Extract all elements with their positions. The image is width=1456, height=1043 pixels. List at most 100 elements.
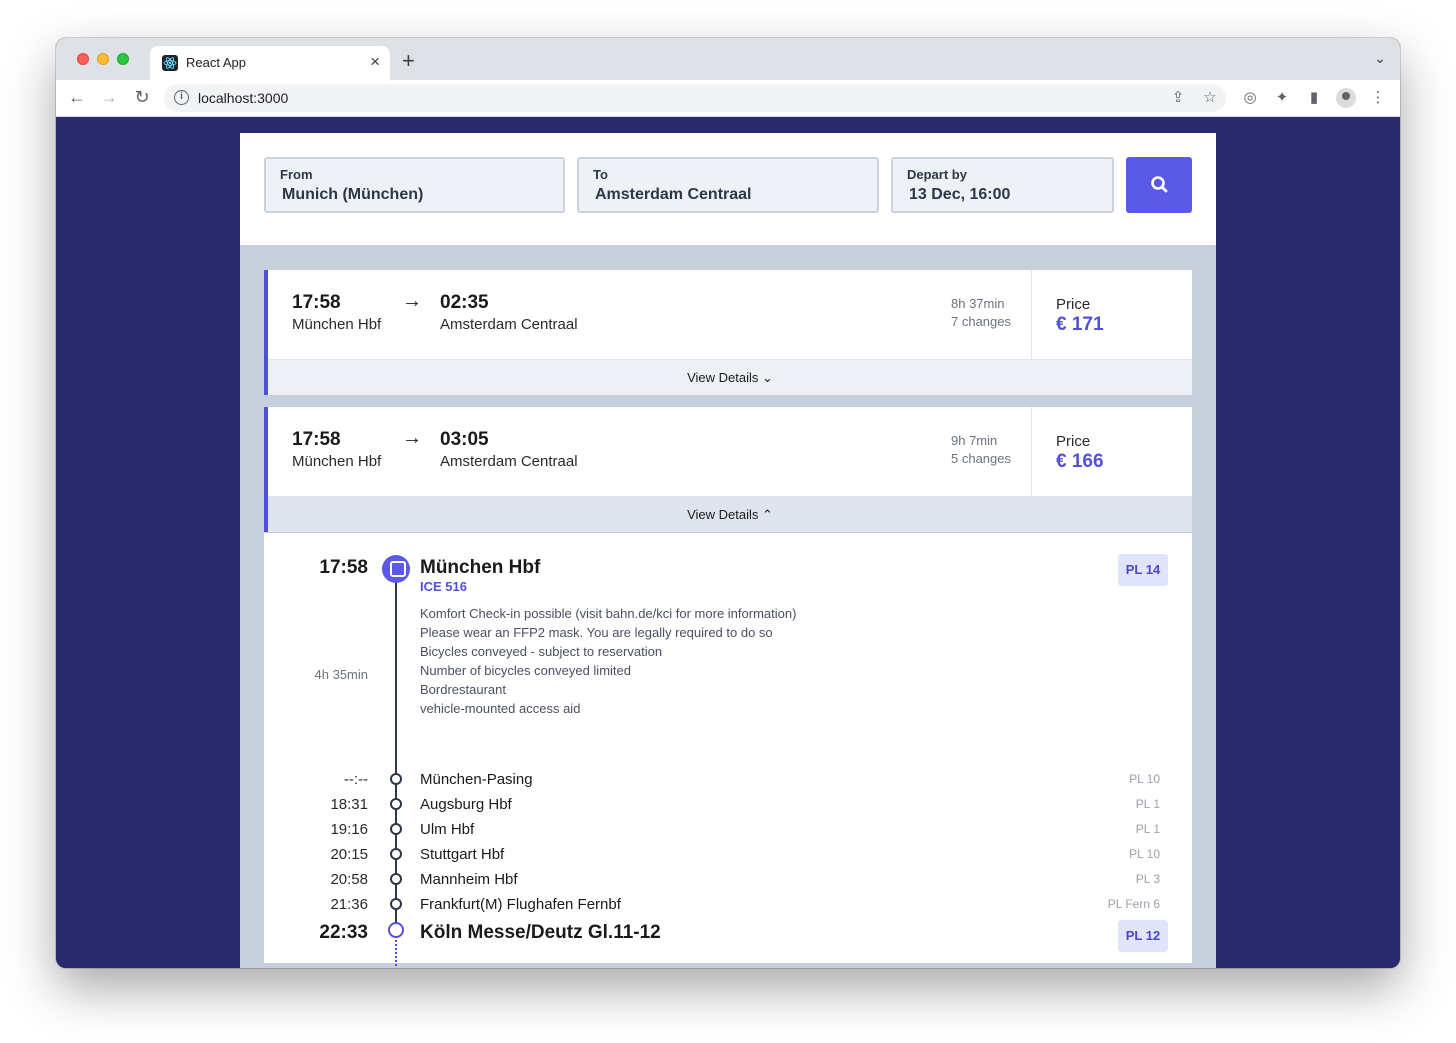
url-text[interactable]: localhost:3000 bbox=[198, 90, 288, 106]
browser-tab[interactable]: React App × bbox=[150, 46, 390, 80]
price-label: Price bbox=[1056, 433, 1091, 450]
profile-avatar-icon[interactable] bbox=[1336, 88, 1356, 108]
journey-panel: From Munich (München) To Amsterdam Centr… bbox=[240, 133, 1216, 968]
start-station: München Hbf bbox=[420, 557, 541, 578]
train-note: vehicle-mounted access aid bbox=[420, 701, 581, 716]
to-value[interactable]: Amsterdam Centraal bbox=[595, 186, 752, 204]
arrival-station: Amsterdam Centraal bbox=[440, 453, 578, 470]
train-note: Bicycles conveyed - subject to reservati… bbox=[420, 644, 663, 659]
platform-badge: PL 12 bbox=[1118, 920, 1168, 952]
tab-bar: React App × + ⌄ bbox=[56, 38, 1400, 80]
stop-platform: PL 1 bbox=[1135, 822, 1160, 836]
new-tab-icon[interactable]: + bbox=[402, 48, 415, 74]
view-details-toggle[interactable]: View Details ⌃ bbox=[268, 496, 1192, 532]
journey-details: 17:58 München Hbf PL 14 ICE 516 4h 35min… bbox=[264, 533, 1192, 968]
stop-station: Augsburg Hbf bbox=[420, 796, 512, 813]
from-label: From bbox=[280, 167, 313, 182]
price-value: € 166 bbox=[1056, 451, 1104, 472]
arrival-station: Amsterdam Centraal bbox=[440, 316, 578, 333]
reload-icon[interactable]: ↻ bbox=[131, 87, 153, 108]
arrow-right-icon: → bbox=[402, 427, 422, 449]
stop-marker bbox=[390, 873, 402, 885]
train-note: Bordrestaurant bbox=[420, 682, 506, 697]
train-note: Number of bicycles conveyed limited bbox=[420, 663, 631, 678]
departure-station: München Hbf bbox=[292, 453, 382, 470]
end-time: 22:33 bbox=[319, 922, 368, 943]
stop-marker bbox=[390, 773, 402, 785]
page-content: From Munich (München) To Amsterdam Centr… bbox=[56, 117, 1400, 968]
stop-station: Frankfurt(M) Flughafen Fernbf bbox=[420, 896, 621, 913]
stop-platform: PL 10 bbox=[1129, 772, 1160, 786]
stop-platform: PL 3 bbox=[1135, 872, 1160, 886]
stop-time: --:-- bbox=[343, 771, 368, 788]
depart-value[interactable]: 13 Dec, 16:00 bbox=[909, 186, 1010, 204]
browser-menu-icon[interactable]: ⋮ bbox=[1368, 88, 1388, 106]
extensions-puzzle-icon[interactable]: ✦ bbox=[1272, 88, 1292, 106]
stop-marker bbox=[390, 798, 402, 810]
price-label: Price bbox=[1056, 296, 1091, 313]
stop-platform: PL Fern 6 bbox=[1107, 897, 1160, 911]
departure-time: 17:58 bbox=[292, 429, 341, 450]
price-value: € 171 bbox=[1056, 314, 1104, 335]
to-field[interactable]: To Amsterdam Centraal bbox=[577, 157, 879, 213]
forward-icon[interactable]: → bbox=[98, 87, 120, 108]
search-button[interactable] bbox=[1126, 157, 1192, 213]
view-details-label[interactable]: View Details ⌃ bbox=[268, 507, 1192, 523]
stop-platform: PL 10 bbox=[1129, 847, 1160, 861]
browser-window: React App × + ⌄ ← → ↻ i localhost:3000 ⇪… bbox=[56, 38, 1400, 968]
trip-duration: 8h 37min bbox=[951, 296, 1005, 311]
view-details-toggle[interactable]: View Details ⌄ bbox=[268, 359, 1192, 395]
stop-platform: PL 1 bbox=[1135, 797, 1160, 811]
close-window-button[interactable] bbox=[77, 53, 89, 65]
train-number[interactable]: ICE 516 bbox=[420, 579, 467, 594]
extension-timer-icon[interactable]: ◎ bbox=[1240, 88, 1260, 106]
stop-station: Ulm Hbf bbox=[420, 821, 475, 838]
stop-marker-end bbox=[388, 922, 404, 938]
leg-duration: 4h 35min bbox=[314, 667, 368, 682]
bookmark-star-icon[interactable]: ☆ bbox=[1200, 88, 1220, 106]
result-card[interactable]: 17:58 München Hbf → 03:05 Amsterdam Cent… bbox=[264, 407, 1192, 532]
stop-time: 20:15 bbox=[330, 846, 368, 863]
back-icon[interactable]: ← bbox=[66, 87, 88, 108]
site-info-icon[interactable]: i bbox=[174, 90, 189, 105]
route-continuation-line bbox=[395, 933, 397, 968]
departure-station: München Hbf bbox=[292, 316, 382, 333]
train-note: Komfort Check-in possible (visit bahn.de… bbox=[420, 606, 797, 621]
card-divider bbox=[1031, 270, 1032, 360]
departure-time: 17:58 bbox=[292, 292, 341, 313]
end-station: Köln Messe/Deutz Gl.11-12 bbox=[420, 922, 661, 943]
depart-field[interactable]: Depart by 13 Dec, 16:00 bbox=[891, 157, 1114, 213]
stop-marker bbox=[390, 898, 402, 910]
tab-title: React App bbox=[186, 55, 246, 70]
search-icon bbox=[1151, 176, 1168, 193]
platform-badge: PL 14 bbox=[1118, 554, 1168, 586]
train-icon bbox=[382, 555, 410, 583]
from-field[interactable]: From Munich (München) bbox=[264, 157, 565, 213]
stop-time: 20:58 bbox=[330, 871, 368, 888]
tab-search-chevron-icon[interactable]: ⌄ bbox=[1374, 50, 1386, 67]
arrow-right-icon: → bbox=[402, 290, 422, 312]
trip-duration: 9h 7min bbox=[951, 433, 998, 448]
stop-station: Stuttgart Hbf bbox=[420, 846, 505, 863]
stop-station: Mannheim Hbf bbox=[420, 871, 518, 888]
arrival-time: 02:35 bbox=[440, 292, 489, 313]
view-details-label[interactable]: View Details ⌄ bbox=[268, 370, 1192, 386]
tab-close-icon[interactable]: × bbox=[370, 52, 380, 72]
minimize-window-button[interactable] bbox=[97, 53, 109, 65]
side-panel-icon[interactable]: ▮ bbox=[1304, 88, 1324, 106]
maximize-window-button[interactable] bbox=[117, 53, 129, 65]
from-value[interactable]: Munich (München) bbox=[282, 186, 423, 204]
stop-station: München-Pasing bbox=[420, 771, 533, 788]
stop-marker bbox=[390, 848, 402, 860]
train-note: Please wear an FFP2 mask. You are legall… bbox=[420, 625, 773, 640]
result-card[interactable]: 17:58 München Hbf → 02:35 Amsterdam Cent… bbox=[264, 270, 1192, 395]
share-icon[interactable]: ⇪ bbox=[1168, 88, 1188, 106]
stop-time: 21:36 bbox=[330, 896, 368, 913]
stop-time: 19:16 bbox=[330, 821, 368, 838]
address-bar[interactable]: i localhost:3000 bbox=[164, 84, 1226, 112]
trip-changes: 5 changes bbox=[951, 451, 1011, 466]
trip-changes: 7 changes bbox=[951, 314, 1011, 329]
to-label: To bbox=[593, 167, 608, 182]
search-bar: From Munich (München) To Amsterdam Centr… bbox=[240, 133, 1216, 245]
arrival-time: 03:05 bbox=[440, 429, 489, 450]
